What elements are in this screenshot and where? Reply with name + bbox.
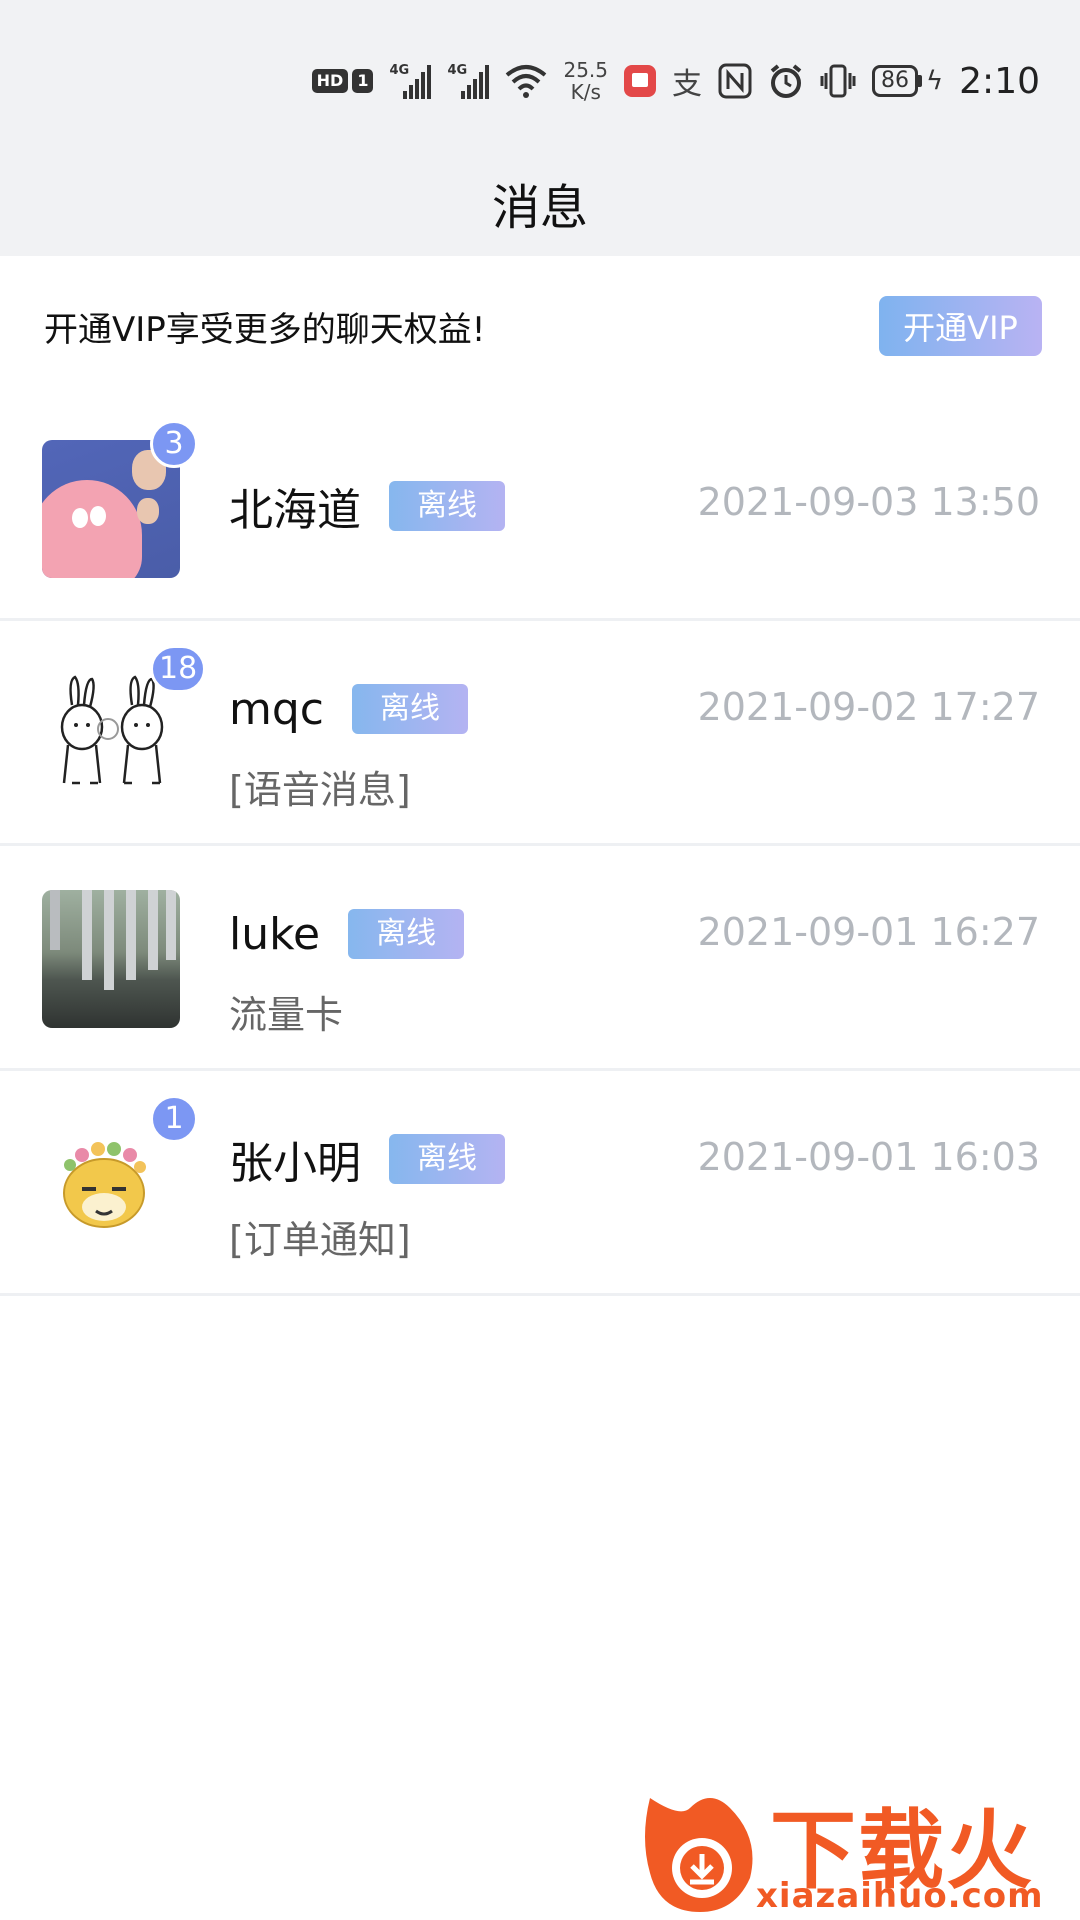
- signal-icon: 4G: [389, 63, 432, 99]
- vip-banner: 开通VIP享受更多的聊天权益! 开通VIP: [0, 256, 1080, 396]
- name-row: mqc 离线: [229, 681, 468, 737]
- conversation-item[interactable]: 1 张小明 离线 2021-09-01 16:03 [订单通知]: [0, 1071, 1080, 1296]
- message-time: 2021-09-01 16:27: [697, 910, 1040, 954]
- vibrate-icon: [820, 64, 856, 98]
- status-bar: HD 1 4G 4G 25.5 K/s 支 86 ϟ 2:10: [0, 0, 1080, 150]
- sim-label: 1: [352, 69, 374, 93]
- page-header: 消息: [0, 150, 1080, 256]
- contact-name: 张小明: [229, 1138, 361, 1189]
- name-row: luke 离线: [229, 906, 465, 962]
- status-time: 2:10: [959, 60, 1040, 102]
- battery-icon: 86 ϟ: [872, 65, 943, 97]
- name-row: 张小明 离线: [229, 1131, 505, 1189]
- conversation-item[interactable]: luke 离线 2021-09-01 16:27 流量卡: [0, 846, 1080, 1071]
- watermark-url: xiazaihuo.com: [756, 1876, 1044, 1916]
- vip-promo-text: 开通VIP享受更多的聊天权益!: [44, 309, 486, 350]
- status-icons: HD 1 4G 4G 25.5 K/s 支 86 ϟ 2:10: [311, 56, 1040, 106]
- status-tag: 离线: [348, 909, 465, 959]
- status-tag: 离线: [389, 481, 505, 531]
- network-speed-unit: K/s: [570, 80, 601, 104]
- contact-name: luke: [229, 908, 321, 960]
- alarm-icon: [770, 64, 802, 98]
- hd-label: HD: [311, 69, 349, 93]
- building-photo-avatar[interactable]: [42, 890, 180, 1028]
- message-preview: [语音消息]: [229, 768, 411, 812]
- unread-badge: 1: [150, 1095, 198, 1143]
- network-speed: 25.5 K/s: [563, 59, 608, 103]
- signal-type-label: 4G: [389, 63, 410, 78]
- contact-name: mqc: [229, 683, 324, 735]
- battery-level: 86: [872, 65, 918, 97]
- page-title: 消息: [491, 180, 588, 236]
- wifi-icon: [506, 65, 547, 98]
- messages-screen: HD 1 4G 4G 25.5 K/s 支 86 ϟ 2:10 消息 开通VIP…: [0, 0, 1080, 1920]
- flame-logo-icon: [645, 1798, 753, 1912]
- unread-badge: 18: [150, 645, 207, 693]
- message-preview: 流量卡: [229, 993, 344, 1037]
- alipay-icon: 支: [672, 67, 702, 102]
- signal-type-label: 4G: [447, 63, 468, 78]
- message-time: 2021-09-02 17:27: [697, 685, 1040, 729]
- message-time: 2021-09-01 16:03: [697, 1135, 1040, 1179]
- hd-icon: HD 1: [311, 69, 374, 93]
- message-preview: [订单通知]: [229, 1218, 411, 1262]
- contact-name: 北海道: [229, 485, 361, 536]
- conversation-item[interactable]: 3 北海道 离线 2021-09-03 13:50: [0, 396, 1080, 621]
- name-row: 北海道 离线: [229, 478, 505, 536]
- signal-icon: 4G: [447, 63, 490, 99]
- message-time: 2021-09-03 13:50: [697, 480, 1040, 524]
- watermark: 下载火 xiazaihuo.com: [640, 1780, 1080, 1920]
- open-vip-button[interactable]: 开通VIP: [879, 296, 1042, 356]
- app-icon: [624, 65, 656, 97]
- conversation-item[interactable]: 18 mqc 离线 2021-09-02 17:27 [语音消息]: [0, 621, 1080, 846]
- network-speed-value: 25.5: [563, 58, 608, 82]
- conversation-list: 3 北海道 离线 2021-09-03 13:50 18 mqc 离线 2021…: [0, 396, 1080, 1296]
- status-tag: 离线: [389, 1134, 505, 1184]
- unread-badge: 3: [150, 420, 198, 468]
- status-tag: 离线: [351, 684, 468, 734]
- nfc-icon: [718, 63, 752, 99]
- charging-icon: ϟ: [926, 66, 944, 96]
